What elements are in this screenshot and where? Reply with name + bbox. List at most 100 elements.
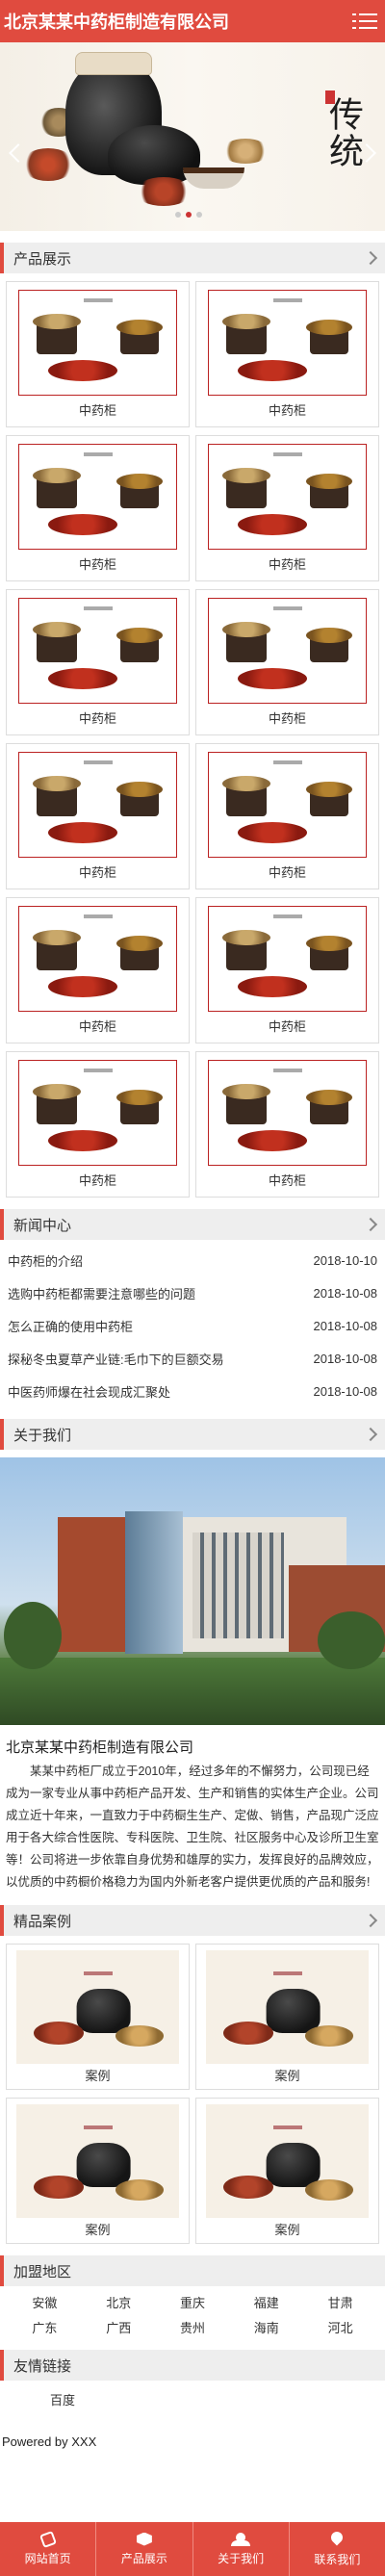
chevron-right-icon[interactable] — [363, 250, 378, 266]
product-card[interactable]: 中药柜 — [195, 1051, 379, 1198]
news-title[interactable]: 探秘冬虫夏草产业链:毛巾下的巨额交易 — [8, 1350, 224, 1368]
section-title: 友情链接 — [13, 2357, 72, 2375]
product-label[interactable]: 中药柜 — [269, 704, 306, 734]
product-label[interactable]: 中药柜 — [79, 1012, 116, 1043]
case-image[interactable] — [206, 2104, 369, 2218]
product-label[interactable]: 中药柜 — [269, 1166, 306, 1197]
news-item[interactable]: 选购中药柜都需要注意哪些的问题 2018-10-08 — [8, 1276, 377, 1309]
product-label[interactable]: 中药柜 — [79, 704, 116, 734]
powered-by: Powered by XXX — [2, 2434, 97, 2449]
chevron-right-icon[interactable] — [363, 1217, 378, 1232]
location-icon — [331, 2532, 343, 2547]
product-label[interactable]: 中药柜 — [269, 550, 306, 580]
product-image[interactable] — [208, 598, 367, 704]
product-label[interactable]: 中药柜 — [79, 1166, 116, 1197]
company-name: 北京某某中药柜制造有限公司 — [6, 1739, 194, 1756]
cases-section-header[interactable]: 精品案例 — [0, 1905, 385, 1936]
product-image[interactable] — [208, 444, 367, 550]
product-image[interactable] — [18, 444, 177, 550]
product-card[interactable]: 中药柜 — [6, 897, 190, 1043]
herb-pile — [21, 148, 75, 181]
product-label[interactable]: 中药柜 — [269, 858, 306, 889]
section-title: 加盟地区 — [13, 2263, 72, 2280]
products-section-header[interactable]: 产品展示 — [0, 243, 385, 273]
news-section-header[interactable]: 新闻中心 — [0, 1209, 385, 1240]
news-item[interactable]: 怎么正确的使用中药柜 2018-10-08 — [8, 1309, 377, 1342]
case-label[interactable]: 案例 — [85, 2218, 110, 2243]
product-card[interactable]: 中药柜 — [6, 435, 190, 581]
news-title[interactable]: 中药柜的介绍 — [8, 1251, 83, 1270]
case-image[interactable] — [206, 1950, 369, 2064]
product-card[interactable]: 中药柜 — [6, 589, 190, 735]
news-date: 2018-10-08 — [313, 1351, 378, 1366]
news-title[interactable]: 中医药师爆在社会现成汇聚处 — [8, 1382, 170, 1401]
chevron-right-icon[interactable] — [363, 1913, 378, 1928]
friend-link[interactable]: 百度 — [50, 2393, 75, 2408]
news-title[interactable]: 怎么正确的使用中药柜 — [8, 1317, 133, 1335]
site-title[interactable]: 北京某某中药柜制造有限公司 — [4, 9, 229, 34]
region-link[interactable]: 广东 — [8, 2319, 82, 2338]
region-link[interactable]: 福建 — [229, 2294, 303, 2313]
product-image[interactable] — [208, 290, 367, 396]
product-card[interactable]: 中药柜 — [195, 589, 379, 735]
news-date: 2018-10-10 — [313, 1252, 378, 1268]
product-label[interactable]: 中药柜 — [79, 858, 116, 889]
product-label[interactable]: 中药柜 — [79, 396, 116, 426]
product-image[interactable] — [18, 1060, 177, 1166]
product-image[interactable] — [208, 1060, 367, 1166]
chevron-right-icon[interactable] — [363, 1427, 378, 1442]
case-card[interactable]: 案例 — [6, 1944, 190, 2090]
region-link[interactable]: 贵州 — [156, 2319, 230, 2338]
region-link[interactable]: 河北 — [303, 2319, 377, 2338]
region-link[interactable]: 海南 — [229, 2319, 303, 2338]
product-card[interactable]: 中药柜 — [195, 743, 379, 889]
region-link[interactable]: 广西 — [82, 2319, 156, 2338]
news-item[interactable]: 中医药师爆在社会现成汇聚处 2018-10-08 — [8, 1375, 377, 1407]
footer-nav-contact[interactable]: 联系我们 — [290, 2522, 385, 2576]
hero-banner[interactable]: 传统 — [0, 42, 385, 231]
product-card[interactable]: 中药柜 — [6, 1051, 190, 1198]
news-item[interactable]: 中药柜的介绍 2018-10-10 — [8, 1244, 377, 1276]
news-list: 中药柜的介绍 2018-10-10 选购中药柜都需要注意哪些的问题 2018-10-… — [0, 1240, 385, 1407]
region-link[interactable]: 甘肃 — [303, 2294, 377, 2313]
footer-nav-label: 联系我们 — [314, 2552, 361, 2566]
footer-nav-label: 产品展示 — [120, 2551, 167, 2565]
case-card[interactable]: 案例 — [195, 1944, 379, 2090]
product-image[interactable] — [18, 752, 177, 858]
product-card[interactable]: 中药柜 — [195, 435, 379, 581]
region-link[interactable]: 重庆 — [156, 2294, 230, 2313]
case-label[interactable]: 案例 — [274, 2218, 299, 2243]
case-card[interactable]: 案例 — [6, 2098, 190, 2244]
box-icon — [136, 2532, 152, 2546]
product-image[interactable] — [18, 906, 177, 1012]
product-label[interactable]: 中药柜 — [269, 1012, 306, 1043]
about-section-header[interactable]: 关于我们 — [0, 1419, 385, 1450]
product-image[interactable] — [18, 290, 177, 396]
product-label[interactable]: 中药柜 — [79, 550, 116, 580]
menu-icon[interactable] — [352, 11, 377, 32]
footer-nav-products[interactable]: 产品展示 — [96, 2522, 193, 2576]
product-image[interactable] — [18, 598, 177, 704]
region-link[interactable]: 北京 — [82, 2294, 156, 2313]
news-item[interactable]: 探秘冬虫夏草产业链:毛巾下的巨额交易 2018-10-08 — [8, 1342, 377, 1375]
product-image[interactable] — [208, 752, 367, 858]
product-card[interactable]: 中药柜 — [6, 281, 190, 427]
product-card[interactable]: 中药柜 — [195, 897, 379, 1043]
footer-nav-home[interactable]: 网站首页 — [0, 2522, 97, 2576]
product-card[interactable]: 中药柜 — [6, 743, 190, 889]
region-link[interactable]: 安徽 — [8, 2294, 82, 2313]
case-label[interactable]: 案例 — [85, 2064, 110, 2089]
case-card[interactable]: 案例 — [195, 2098, 379, 2244]
product-card[interactable]: 中药柜 — [195, 281, 379, 427]
footer-nav-about[interactable]: 关于我们 — [193, 2522, 290, 2576]
case-image[interactable] — [16, 1950, 179, 2064]
slider-dots[interactable] — [173, 210, 212, 219]
case-label[interactable]: 案例 — [274, 2064, 299, 2089]
users-icon — [230, 2532, 251, 2546]
section-title: 新闻中心 — [13, 1217, 72, 1234]
product-label[interactable]: 中药柜 — [269, 396, 306, 426]
case-image[interactable] — [16, 2104, 179, 2218]
news-title[interactable]: 选购中药柜都需要注意哪些的问题 — [8, 1284, 195, 1302]
section-title: 产品展示 — [13, 250, 72, 268]
product-image[interactable] — [208, 906, 367, 1012]
